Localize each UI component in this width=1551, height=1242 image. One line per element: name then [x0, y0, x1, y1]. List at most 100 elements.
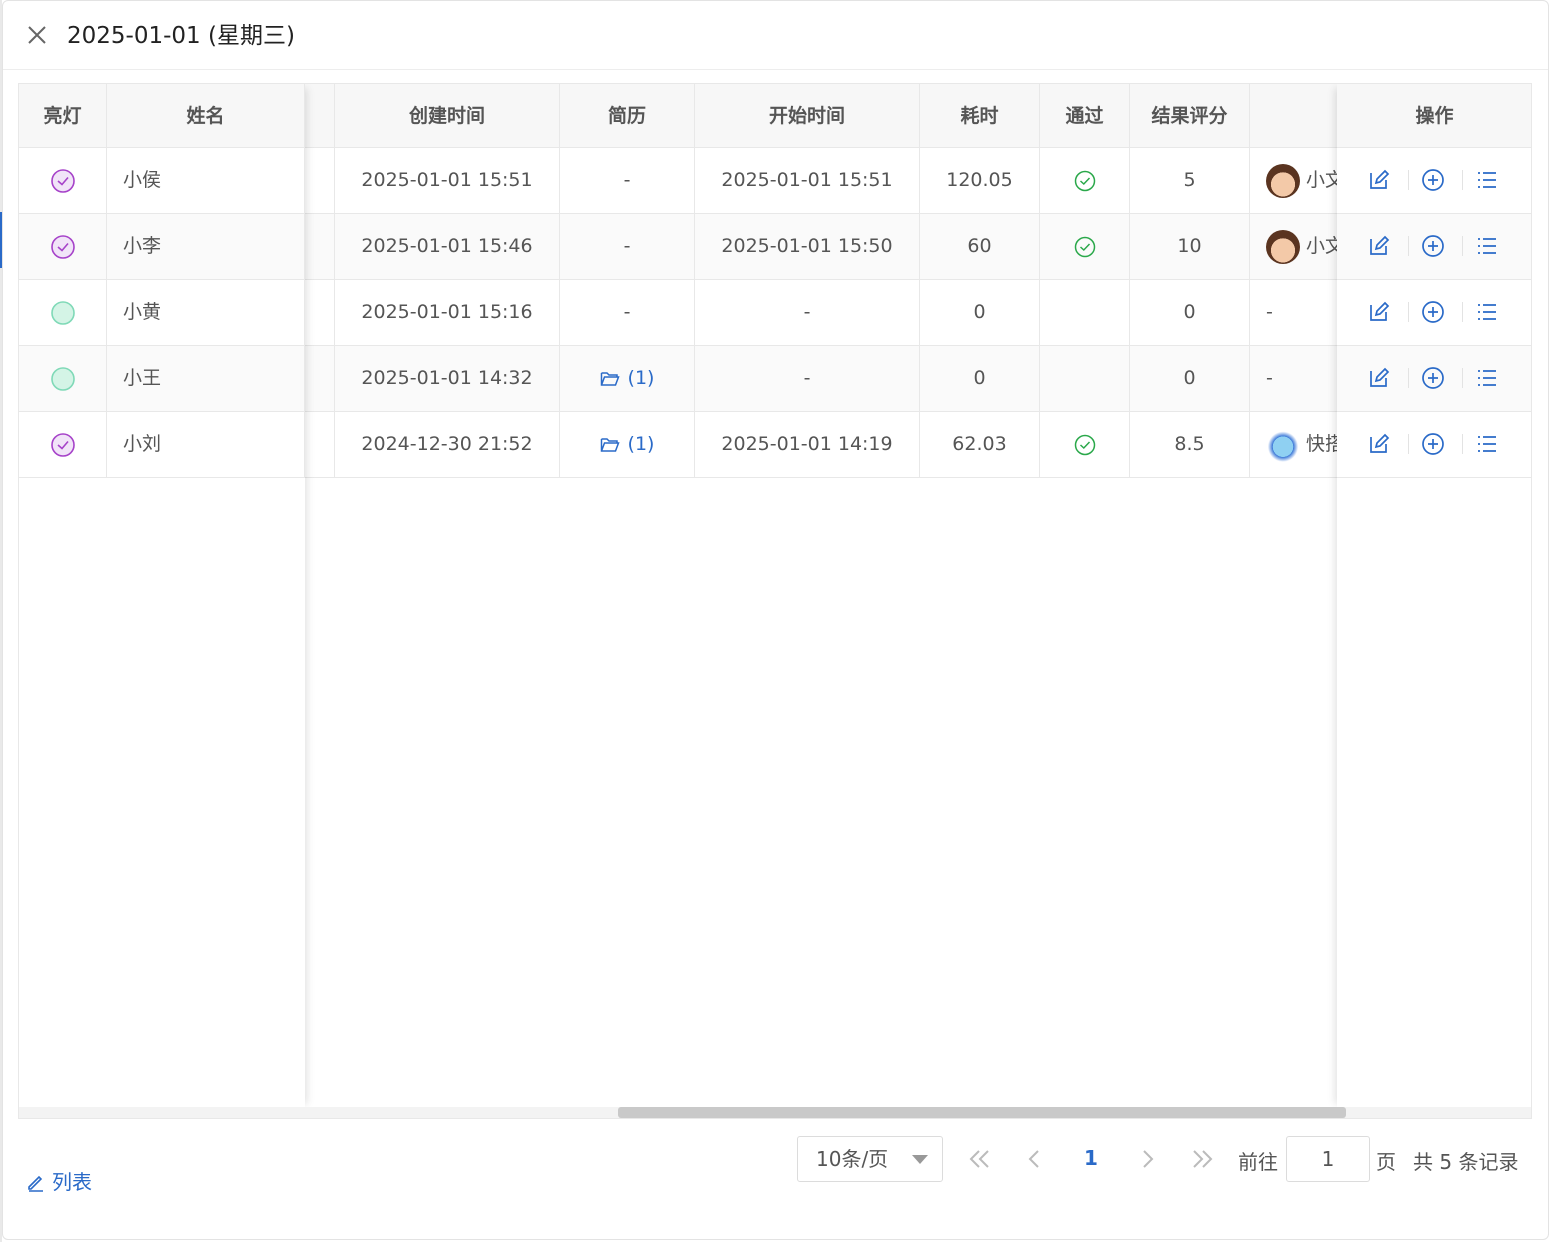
next-page-icon[interactable] [1130, 1142, 1164, 1176]
status-check-icon [50, 432, 75, 457]
table-row-actions [1337, 280, 1531, 346]
header-passed[interactable]: 通过 [1040, 84, 1130, 148]
status-dot-icon [50, 366, 75, 391]
action-separator [1408, 236, 1409, 256]
add-circle-icon[interactable] [1421, 432, 1445, 456]
close-icon[interactable] [25, 23, 49, 47]
cell-resume[interactable]: (1) [560, 412, 695, 477]
table-row-fixed-left[interactable]: 小刘 [19, 412, 305, 478]
cell-passed [1040, 346, 1130, 411]
cell-score: 8.5 [1130, 412, 1250, 477]
add-circle-icon[interactable] [1421, 366, 1445, 390]
table-row-fixed-left[interactable]: 小李 [19, 214, 305, 280]
fixed-left-columns: 亮灯 姓名 小侯小李 小黄小王小刘 [19, 84, 305, 1108]
folder-open-icon[interactable] [600, 367, 628, 389]
list-edit-link[interactable]: 列表 [26, 1166, 92, 1195]
page-number-current[interactable]: 1 [1080, 1146, 1102, 1170]
list-icon[interactable] [1475, 234, 1499, 258]
scrollbar-thumb[interactable] [618, 1107, 1346, 1118]
resume-text: - [623, 301, 631, 323]
cell-created-time: 2025-01-01 14:32 [335, 346, 560, 411]
name-text: 小侯 [123, 169, 162, 191]
header-created-time[interactable]: 创建时间 [335, 84, 560, 148]
edit-icon[interactable] [1367, 366, 1391, 390]
cell-created-time: 2025-01-01 15:51 [335, 148, 560, 213]
list-icon[interactable] [1475, 366, 1499, 390]
resume-count-link[interactable]: (1) [628, 367, 655, 389]
add-circle-icon[interactable] [1421, 234, 1445, 258]
cell-light [19, 280, 107, 345]
hidden-cell [305, 148, 335, 213]
cell-light [19, 214, 107, 279]
cell-score: 10 [1130, 214, 1250, 279]
header-duration[interactable]: 耗时 [920, 84, 1040, 148]
edit-icon[interactable] [1367, 168, 1391, 192]
goto-label: 前往 [1238, 1150, 1278, 1174]
cell-name: 小黄 [107, 280, 305, 345]
table-row-actions [1337, 214, 1531, 280]
list-icon[interactable] [1475, 300, 1499, 324]
add-circle-icon[interactable] [1421, 300, 1445, 324]
check-circle-icon [1074, 235, 1096, 257]
cell-name: 小王 [107, 346, 305, 411]
folder-open-icon[interactable] [600, 433, 628, 455]
cell-resume: - [560, 148, 695, 213]
action-separator [1462, 170, 1463, 190]
edit-icon[interactable] [1367, 432, 1391, 456]
action-separator [1408, 368, 1409, 388]
status-check-icon [50, 168, 75, 193]
header-resume[interactable]: 简历 [560, 84, 695, 148]
check-circle-icon [1074, 433, 1096, 455]
cell-light [19, 412, 107, 477]
last-page-icon[interactable] [1185, 1142, 1219, 1176]
records-table: 创建时间 简历 开始时间 耗时 通过 结果评分 2025-01-01 15:51… [18, 83, 1532, 1119]
table-row-fixed-left[interactable]: 小黄 [19, 280, 305, 346]
add-circle-icon[interactable] [1421, 168, 1445, 192]
horizontal-scrollbar[interactable] [19, 1107, 1531, 1118]
header-name[interactable]: 姓名 [107, 84, 305, 148]
created-time-text: 2025-01-01 15:46 [361, 235, 533, 257]
page-size-select[interactable]: 10条/页 [797, 1136, 943, 1182]
cell-passed [1040, 412, 1130, 477]
duration-text: 60 [967, 235, 992, 257]
edit-icon[interactable] [1367, 300, 1391, 324]
column-divider [919, 148, 920, 478]
column-divider [1039, 148, 1040, 478]
list-icon[interactable] [1475, 432, 1499, 456]
action-separator [1462, 236, 1463, 256]
edit-icon[interactable] [1367, 234, 1391, 258]
first-page-icon[interactable] [963, 1142, 997, 1176]
cell-duration: 0 [920, 346, 1040, 411]
start-time-text: 2025-01-01 15:51 [721, 169, 893, 191]
header-score[interactable]: 结果评分 [1130, 84, 1250, 148]
cell-resume: - [560, 280, 695, 345]
dialog-header: 2025-01-01 (星期三) [3, 1, 1548, 70]
cell-resume[interactable]: (1) [560, 346, 695, 411]
table-row-fixed-left[interactable]: 小侯 [19, 148, 305, 214]
hidden-cell [305, 346, 335, 411]
score-text: 8.5 [1174, 433, 1205, 455]
resume-text: - [623, 235, 631, 257]
action-separator [1462, 302, 1463, 322]
cell-resume: - [560, 214, 695, 279]
action-separator [1462, 434, 1463, 454]
goto-page-input[interactable] [1286, 1136, 1370, 1182]
cell-created-time: 2025-01-01 15:46 [335, 214, 560, 279]
duration-text: 0 [973, 367, 986, 389]
cell-start-time: - [695, 346, 920, 411]
list-icon[interactable] [1475, 168, 1499, 192]
header-actions: 操作 [1337, 84, 1531, 148]
header-start-time[interactable]: 开始时间 [695, 84, 920, 148]
name-text: 小王 [123, 367, 162, 389]
cell-start-time: 2025-01-01 15:51 [695, 148, 920, 213]
table-row-fixed-left[interactable]: 小王 [19, 346, 305, 412]
start-time-text: - [803, 301, 811, 323]
cell-light [19, 346, 107, 411]
assignee-name: - [1266, 301, 1273, 323]
action-separator [1408, 302, 1409, 322]
header-light[interactable]: 亮灯 [19, 84, 107, 148]
prev-page-icon[interactable] [1018, 1142, 1052, 1176]
resume-count-link[interactable]: (1) [628, 433, 655, 455]
cell-passed [1040, 280, 1130, 345]
cell-score: 5 [1130, 148, 1250, 213]
